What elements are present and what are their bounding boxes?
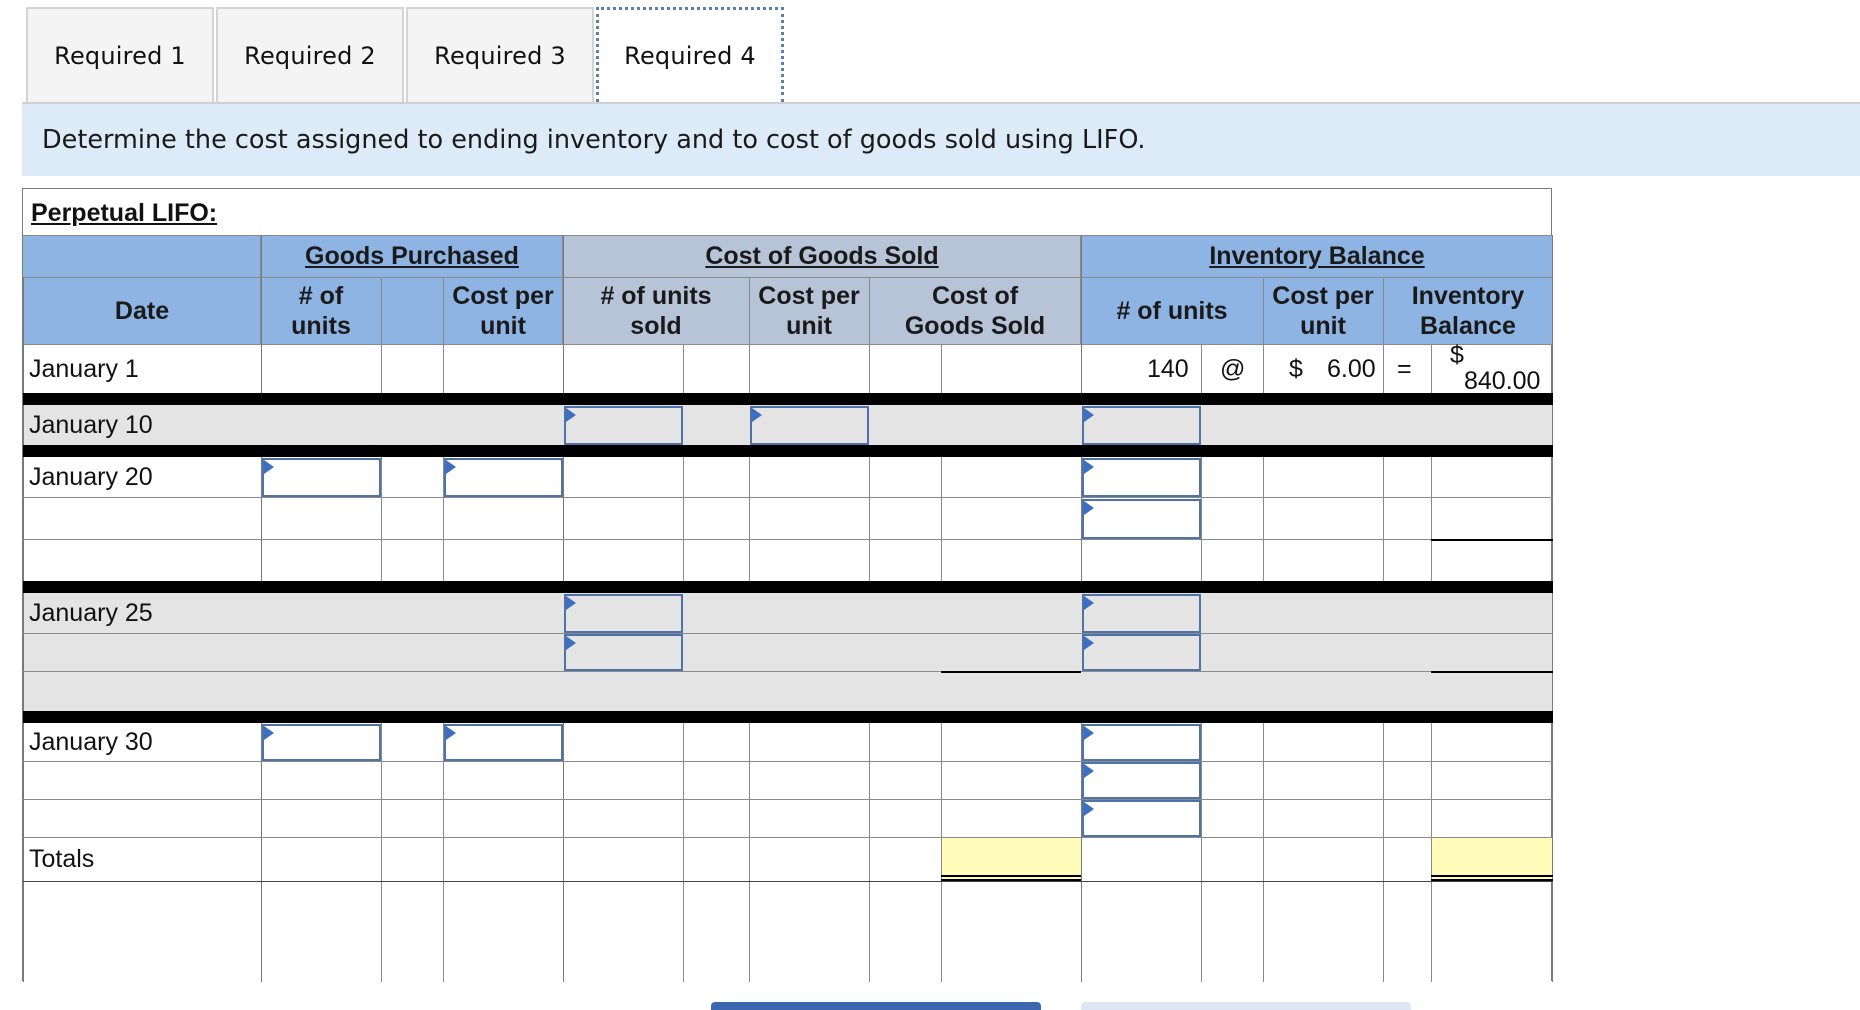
col-balance-cost: Cost per unit	[1272, 282, 1374, 340]
col-purchased-cost: Cost per unit	[452, 282, 554, 340]
separator-1	[23, 393, 1553, 405]
jan1-equals-sign: =	[1397, 355, 1412, 383]
worksheet: Perpetual LIFO: Goods Purchased Cost of …	[22, 188, 1553, 982]
jan20-balance-units-input-2[interactable]	[1082, 499, 1201, 539]
tab-required-3[interactable]: Required 3	[406, 7, 594, 102]
row-label-jan30: January 30	[29, 727, 153, 756]
col-sold-cost: Cost per unit	[758, 282, 860, 340]
jan10-balance-units-input[interactable]	[1082, 406, 1201, 445]
jan30-balance-units-input-1[interactable]	[1082, 724, 1201, 761]
tab-required-2[interactable]: Required 2	[216, 7, 404, 102]
col-cost-of-goods-sold: Cost of Goods Sold	[904, 282, 1046, 340]
total-cost-of-goods-sold	[942, 838, 1081, 879]
jan25-balance-units-input-1[interactable]	[1082, 594, 1201, 633]
jan1-dollar-sign: $	[1289, 355, 1303, 383]
jan30-balance-units-input-2[interactable]	[1082, 762, 1201, 799]
jan10-sold-units-input[interactable]	[564, 406, 683, 445]
separator-4	[23, 711, 1553, 723]
tab-required-1[interactable]: Required 1	[26, 7, 214, 102]
prev-button[interactable]	[711, 1002, 1041, 1010]
instructions: Determine the cost assigned to ending in…	[22, 104, 1860, 176]
total-inventory-balance	[1432, 838, 1552, 879]
row-label-jan1: January 1	[29, 354, 139, 383]
row-label-totals: Totals	[29, 844, 95, 873]
col-inventory-balance: Inventory Balance	[1411, 282, 1525, 340]
next-button[interactable]	[1081, 1002, 1411, 1010]
separator-3	[23, 581, 1553, 593]
jan25-sold-units-input-2[interactable]	[564, 634, 683, 671]
tab-required-4[interactable]: Required 4	[596, 7, 784, 102]
jan1-at-sign: @	[1220, 355, 1246, 383]
jan1-total-dollar-sign: $	[1450, 341, 1464, 369]
col-purchased-units: # of units	[291, 282, 351, 340]
instructions-text: Determine the cost assigned to ending in…	[42, 125, 1146, 155]
jan1-balance-units: 140	[1147, 355, 1189, 383]
worksheet-title: Perpetual LIFO:	[31, 199, 218, 227]
row-label-jan25: January 25	[29, 598, 153, 627]
perpetual-lifo-grid: Goods Purchased Cost of Goods Sold Inven…	[23, 235, 1553, 982]
group-inventory-balance: Inventory Balance	[1209, 242, 1425, 270]
jan1-inventory-balance: 840.00	[1464, 367, 1541, 395]
jan25-balance-units-input-2[interactable]	[1082, 634, 1201, 671]
col-sold-units: # of units sold	[600, 282, 712, 340]
row-label-jan20: January 20	[29, 462, 153, 491]
jan30-purchased-units-input[interactable]	[262, 724, 381, 761]
jan1-balance-cost: 6.00	[1327, 355, 1376, 383]
col-date: Date	[114, 297, 170, 325]
row-label-jan10: January 10	[29, 410, 153, 439]
jan20-balance-units-input-1[interactable]	[1082, 458, 1201, 497]
jan20-purchased-cost-input[interactable]	[444, 458, 563, 497]
jan30-purchased-cost-input[interactable]	[444, 724, 563, 761]
group-goods-purchased: Goods Purchased	[305, 242, 519, 270]
jan20-purchased-units-input[interactable]	[262, 458, 381, 497]
tab-bar: Required 1 Required 2 Required 3 Require…	[26, 7, 786, 103]
col-balance-units: # of units	[1116, 297, 1228, 325]
jan10-sold-cost-input[interactable]	[750, 406, 869, 445]
group-cost-of-goods-sold: Cost of Goods Sold	[705, 242, 939, 270]
jan30-balance-units-input-3[interactable]	[1082, 800, 1201, 837]
separator-2	[23, 445, 1553, 457]
jan25-sold-units-input-1[interactable]	[564, 594, 683, 633]
